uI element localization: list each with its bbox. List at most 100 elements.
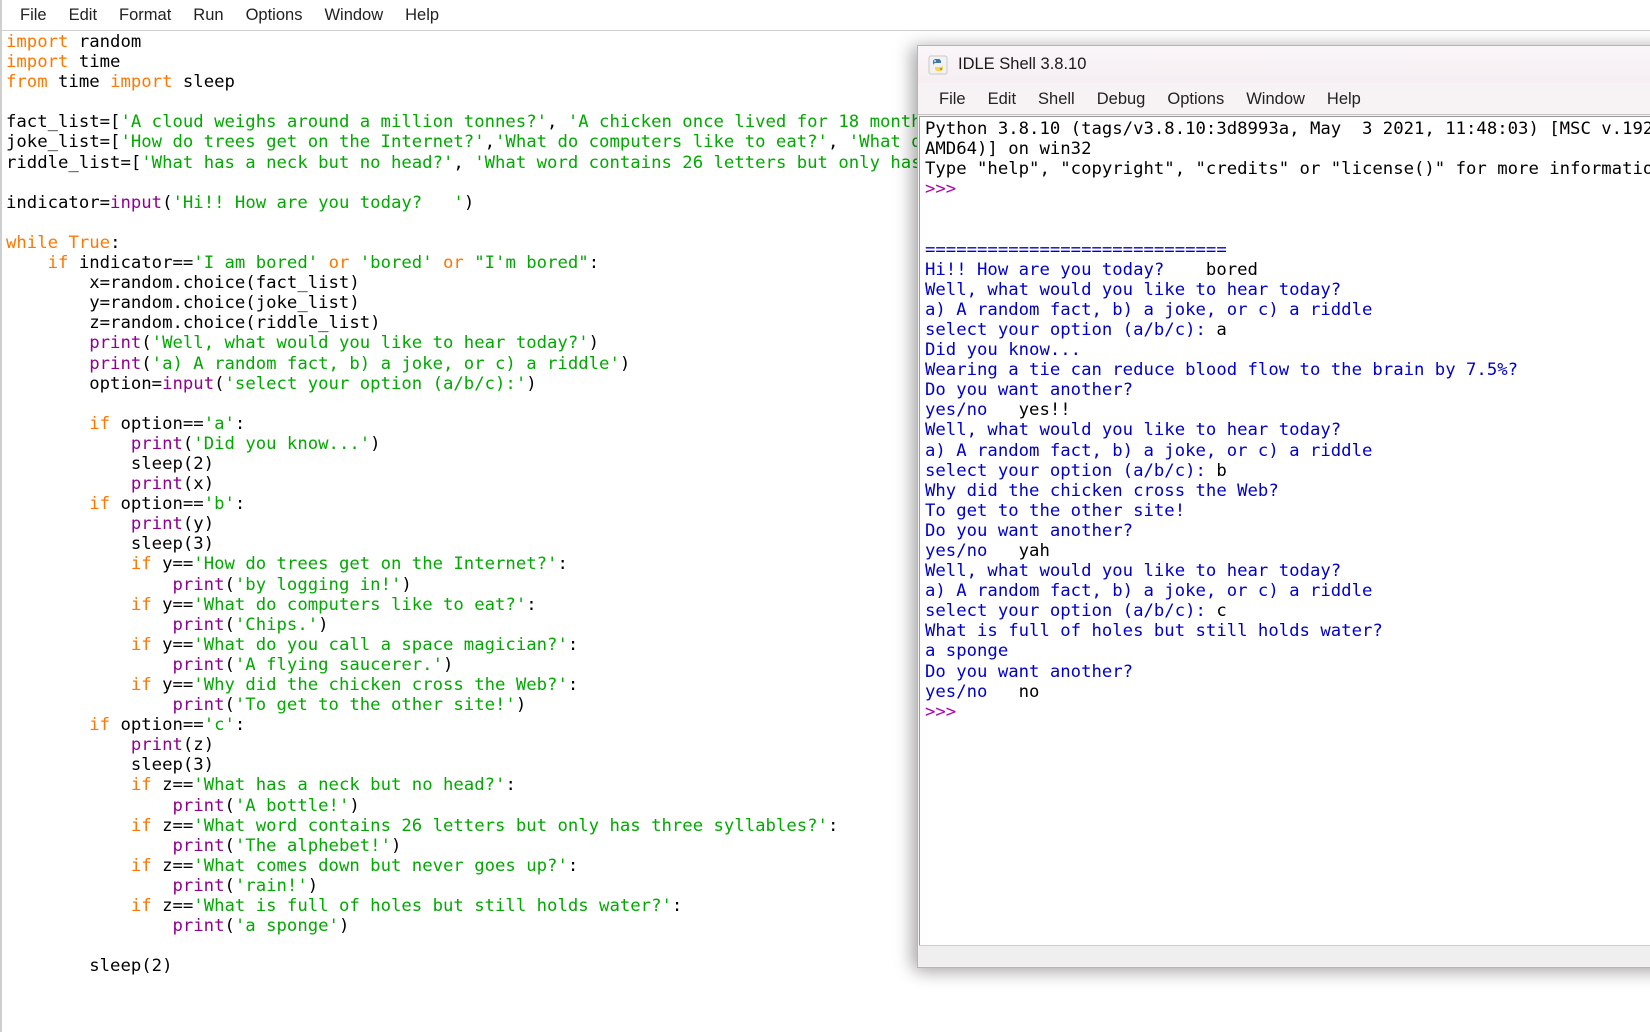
shell-line-text: a) A random fact, b) a joke, or c) a rid…: [925, 299, 1373, 320]
shell-prompt: >>>: [925, 179, 957, 200]
shell-line-text: select your option (a/b/c):: [925, 601, 1206, 622]
code-token-kw: if: [47, 253, 69, 274]
shell-output-line: Do you want another?: [925, 521, 1650, 541]
shell-line-text: yes/no: [925, 540, 1009, 561]
shell-user-input: yes!!: [1008, 400, 1071, 421]
editor-menu-help[interactable]: Help: [394, 0, 450, 30]
shell-menu-debug[interactable]: Debug: [1086, 84, 1157, 114]
code-token-bi: print: [89, 333, 142, 354]
code-token-pl: ,: [827, 132, 849, 153]
code-token-pl: option==: [110, 413, 204, 434]
code-token-pl: time: [47, 72, 111, 93]
shell-line-text: a) A random fact, b) a joke, or c) a rid…: [925, 581, 1373, 602]
code-token-kw: import: [6, 32, 69, 52]
code-token-pl: (y): [182, 514, 215, 535]
code-token-pl: option=: [6, 373, 163, 394]
shell-output-line: To get to the other site!: [925, 501, 1650, 521]
editor-menu-format[interactable]: Format: [108, 0, 182, 30]
shell-user-input: bored: [1195, 259, 1258, 280]
code-token-pl: (: [141, 353, 152, 374]
editor-menu-window[interactable]: Window: [313, 0, 394, 30]
code-token-pl: :: [827, 815, 839, 836]
shell-output-line: yes/no no: [925, 682, 1650, 702]
idle-shell-window[interactable]: IDLE Shell 3.8.10 File Edit Shell Debug …: [917, 45, 1650, 968]
code-token-str: 'What do you call a space magician?': [193, 634, 568, 655]
code-token-pl: :: [567, 855, 579, 876]
code-token-pl: ): [338, 916, 350, 937]
shell-title-text: IDLE Shell 3.8.10: [958, 55, 1087, 73]
shell-menu-help[interactable]: Help: [1316, 84, 1372, 114]
shell-user-input: b: [1205, 460, 1227, 481]
shell-line-text: Python 3.8.10 (tags/v3.8.10:3d8993a, May…: [925, 119, 1650, 139]
code-token-str: 'bored': [359, 253, 433, 274]
code-token-bi: print: [172, 916, 225, 937]
code-token-pl: ): [390, 835, 402, 856]
code-token-str: 'b': [203, 494, 235, 515]
code-token-pl: ): [619, 353, 631, 374]
code-token-pl: option==: [110, 715, 204, 736]
shell-output-line: Why did the chicken cross the Web?: [925, 481, 1650, 501]
shell-menu-shell[interactable]: Shell: [1027, 84, 1086, 114]
code-token-pl: (x): [182, 474, 215, 495]
code-token-pl: ): [515, 695, 527, 716]
code-token-pl: y=random.choice(joke_list): [6, 293, 360, 314]
code-token-pl: joke_list=[: [6, 132, 121, 153]
shell-menu-window[interactable]: Window: [1235, 84, 1316, 114]
code-token-bi: print: [130, 514, 183, 535]
code-token-str: 'I am bored': [193, 253, 319, 274]
code-token-pl: :: [505, 775, 516, 796]
code-token-pl: ,: [453, 152, 475, 173]
code-token-pl: z==: [151, 855, 194, 876]
shell-user-input: a: [1205, 319, 1227, 340]
code-token-bi: print: [89, 353, 142, 374]
code-token-str: "I'm bored": [474, 253, 589, 274]
code-token-kw: if: [130, 594, 152, 615]
shell-line-text: AMD64)] on win32: [925, 139, 1092, 160]
code-token-kw: if: [130, 554, 152, 575]
editor-menu-edit[interactable]: Edit: [58, 0, 108, 30]
code-token-bi: print: [172, 835, 225, 856]
editor-menubar: File Edit Format Run Options Window Help: [2, 0, 1650, 31]
code-token-pl: (: [224, 695, 235, 716]
code-token-pl: (: [182, 433, 194, 454]
code-token-kw: if: [89, 413, 111, 434]
code-token-pl: (: [162, 192, 173, 213]
shell-titlebar[interactable]: IDLE Shell 3.8.10: [918, 46, 1650, 83]
shell-menu-edit[interactable]: Edit: [977, 84, 1027, 114]
code-token-str: 'What has a neck but no head?': [193, 775, 506, 796]
code-token-pl: sleep: [172, 72, 235, 93]
shell-menubar: File Edit Shell Debug Options Window Hel…: [918, 83, 1650, 115]
code-token-str: 'by logging in!': [234, 574, 402, 595]
shell-line-text: Why did the chicken cross the Web?: [925, 480, 1279, 501]
code-token-pl: ): [307, 875, 319, 896]
shell-output-line: Do you want another?: [925, 380, 1650, 400]
code-token-str: 'Did you know...': [193, 433, 371, 454]
code-token-pl: z==: [151, 815, 194, 836]
editor-menu-file[interactable]: File: [9, 0, 58, 30]
shell-menu-options[interactable]: Options: [1156, 84, 1235, 114]
shell-output-line: a) A random fact, b) a joke, or c) a rid…: [925, 581, 1650, 601]
shell-output-line: select your option (a/b/c): c: [925, 601, 1650, 621]
code-token-pl: (: [224, 614, 235, 635]
shell-line-text: yes/no: [925, 681, 1009, 702]
shell-line-text: a) A random fact, b) a joke, or c) a rid…: [925, 440, 1373, 461]
shell-statusbar: [919, 945, 1650, 966]
shell-output-line: select your option (a/b/c): a: [925, 320, 1650, 340]
shell-output-area[interactable]: Python 3.8.10 (tags/v3.8.10:3d8993a, May…: [919, 116, 1650, 945]
shell-output-line: yes/no yah: [925, 541, 1650, 561]
shell-banner-line: AMD64)] on win32: [925, 139, 1650, 159]
code-token-str: 'What is full of holes but still holds w…: [193, 896, 672, 917]
shell-menu-file[interactable]: File: [928, 84, 977, 114]
code-token-str: 'Chips.': [234, 614, 319, 635]
code-token-str: 'a': [203, 413, 235, 434]
editor-menu-run[interactable]: Run: [182, 0, 234, 30]
editor-menu-options[interactable]: Options: [235, 0, 314, 30]
